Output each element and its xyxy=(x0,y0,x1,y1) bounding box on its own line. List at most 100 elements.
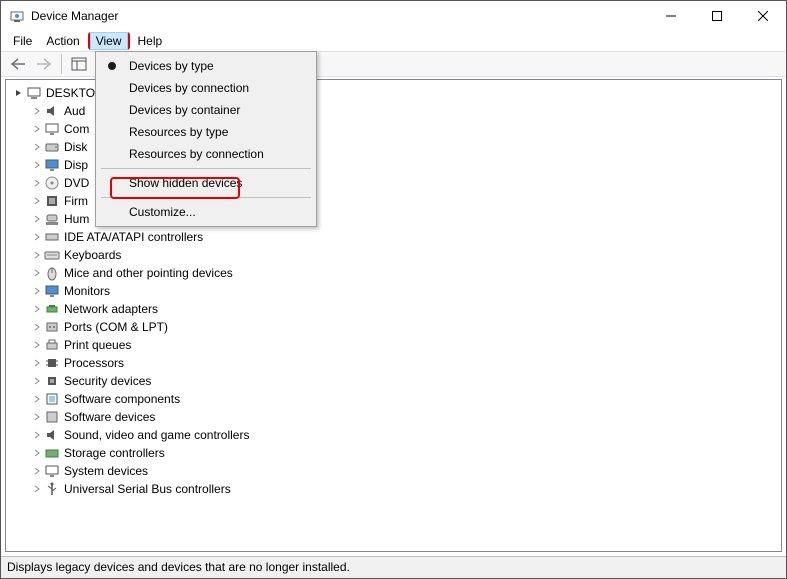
security-icon xyxy=(44,373,60,389)
tree-item[interactable]: Network adapters xyxy=(8,300,781,318)
firmware-icon xyxy=(44,193,60,209)
menu-item-label: Resources by connection xyxy=(129,147,264,161)
menu-resources-by-connection[interactable]: Resources by connection xyxy=(99,143,313,165)
show-hidden-highlight-annotation xyxy=(110,177,240,199)
menu-customize[interactable]: Customize... xyxy=(99,201,313,223)
expand-icon[interactable] xyxy=(30,161,44,169)
expand-icon[interactable] xyxy=(30,215,44,223)
expand-icon[interactable] xyxy=(30,431,44,439)
expand-icon[interactable] xyxy=(30,395,44,403)
menu-help[interactable]: Help xyxy=(132,32,169,50)
tree-item[interactable]: Universal Serial Bus controllers xyxy=(8,480,781,498)
maximize-button[interactable] xyxy=(694,1,740,31)
show-hide-tree-button[interactable] xyxy=(68,53,90,75)
expand-icon[interactable] xyxy=(30,341,44,349)
tree-item-label: Processors xyxy=(64,356,124,370)
dvd-icon xyxy=(44,175,60,191)
expand-icon[interactable] xyxy=(30,269,44,277)
expand-icon[interactable] xyxy=(30,323,44,331)
computer-icon xyxy=(44,121,60,137)
tree-item[interactable]: Sound, video and game controllers xyxy=(8,426,781,444)
tree-item[interactable]: Software components xyxy=(8,390,781,408)
collapse-icon[interactable] xyxy=(12,89,26,97)
computer-icon xyxy=(26,85,42,101)
tree-item-label: Print queues xyxy=(64,338,131,352)
device-manager-window: Device Manager File Action View Help DES… xyxy=(0,0,787,579)
status-bar: Displays legacy devices and devices that… xyxy=(1,556,786,578)
expand-icon[interactable] xyxy=(30,359,44,367)
tree-item[interactable]: Ports (COM & LPT) xyxy=(8,318,781,336)
toolbar-separator xyxy=(61,54,62,74)
tree-item-label: Universal Serial Bus controllers xyxy=(64,482,231,496)
close-button[interactable] xyxy=(740,1,786,31)
expand-icon[interactable] xyxy=(30,197,44,205)
tree-item-label: Disk xyxy=(64,140,87,154)
processor-icon xyxy=(44,355,60,371)
tree-item[interactable]: Keyboards xyxy=(8,246,781,264)
tree-item[interactable]: Print queues xyxy=(8,336,781,354)
tree-item-label: Com xyxy=(64,122,89,136)
expand-icon[interactable] xyxy=(30,251,44,259)
tree-item-label: Storage controllers xyxy=(64,446,165,460)
usb-icon xyxy=(44,481,60,497)
tree-item[interactable]: Storage controllers xyxy=(8,444,781,462)
expand-icon[interactable] xyxy=(30,143,44,151)
ide-icon xyxy=(44,229,60,245)
expand-icon[interactable] xyxy=(30,287,44,295)
sound-icon xyxy=(44,427,60,443)
tree-item-label: Mice and other pointing devices xyxy=(64,266,233,280)
expand-icon[interactable] xyxy=(30,305,44,313)
menu-action[interactable]: Action xyxy=(40,32,85,50)
tree-item[interactable]: Security devices xyxy=(8,372,781,390)
tree-item-label: Software devices xyxy=(64,410,155,424)
expand-icon[interactable] xyxy=(30,377,44,385)
tree-item-label: Sound, video and game controllers xyxy=(64,428,249,442)
network-icon xyxy=(44,301,60,317)
tree-item-label: Software components xyxy=(64,392,180,406)
expand-icon[interactable] xyxy=(30,233,44,241)
tree-root-label: DESKTO xyxy=(46,86,95,100)
view-highlight-annotation: View xyxy=(88,32,130,50)
tree-item[interactable]: IDE ATA/ATAPI controllers xyxy=(8,228,781,246)
tree-item-label: Keyboards xyxy=(64,248,121,262)
disk-icon xyxy=(44,139,60,155)
back-button[interactable] xyxy=(7,53,29,75)
tree-item[interactable]: Software devices xyxy=(8,408,781,426)
expand-icon[interactable] xyxy=(30,179,44,187)
expand-icon[interactable] xyxy=(30,413,44,421)
radio-bullet-icon xyxy=(108,62,116,70)
menu-devices-by-container[interactable]: Devices by container xyxy=(99,99,313,121)
expand-icon[interactable] xyxy=(30,125,44,133)
tree-item[interactable]: Monitors xyxy=(8,282,781,300)
expand-icon[interactable] xyxy=(30,449,44,457)
storage-icon xyxy=(44,445,60,461)
menu-item-label: Resources by type xyxy=(129,125,228,139)
minimize-button[interactable] xyxy=(648,1,694,31)
expand-icon[interactable] xyxy=(30,467,44,475)
menu-devices-by-type[interactable]: Devices by type xyxy=(99,55,313,77)
tree-item-label: Ports (COM & LPT) xyxy=(64,320,168,334)
expand-icon[interactable] xyxy=(30,485,44,493)
forward-button[interactable] xyxy=(33,53,55,75)
menu-item-label: Devices by type xyxy=(129,59,214,73)
menu-item-label: Devices by container xyxy=(129,103,240,117)
menu-devices-by-connection[interactable]: Devices by connection xyxy=(99,77,313,99)
display-icon xyxy=(44,157,60,173)
monitor-icon xyxy=(44,283,60,299)
tree-item-label: Disp xyxy=(64,158,88,172)
tree-item[interactable]: Mice and other pointing devices xyxy=(8,264,781,282)
menu-resources-by-type[interactable]: Resources by type xyxy=(99,121,313,143)
menu-view[interactable]: View xyxy=(90,32,128,50)
tree-item-label: IDE ATA/ATAPI controllers xyxy=(64,230,203,244)
tree-item-label: Firm xyxy=(64,194,88,208)
system-icon xyxy=(44,463,60,479)
ports-icon xyxy=(44,319,60,335)
tree-item[interactable]: Processors xyxy=(8,354,781,372)
menu-file[interactable]: File xyxy=(7,32,38,50)
tree-item-label: Aud xyxy=(64,104,85,118)
expand-icon[interactable] xyxy=(30,107,44,115)
tree-item-label: DVD xyxy=(64,176,89,190)
tree-item[interactable]: System devices xyxy=(8,462,781,480)
menu-item-label: Customize... xyxy=(129,205,196,219)
title-bar[interactable]: Device Manager xyxy=(1,1,786,31)
